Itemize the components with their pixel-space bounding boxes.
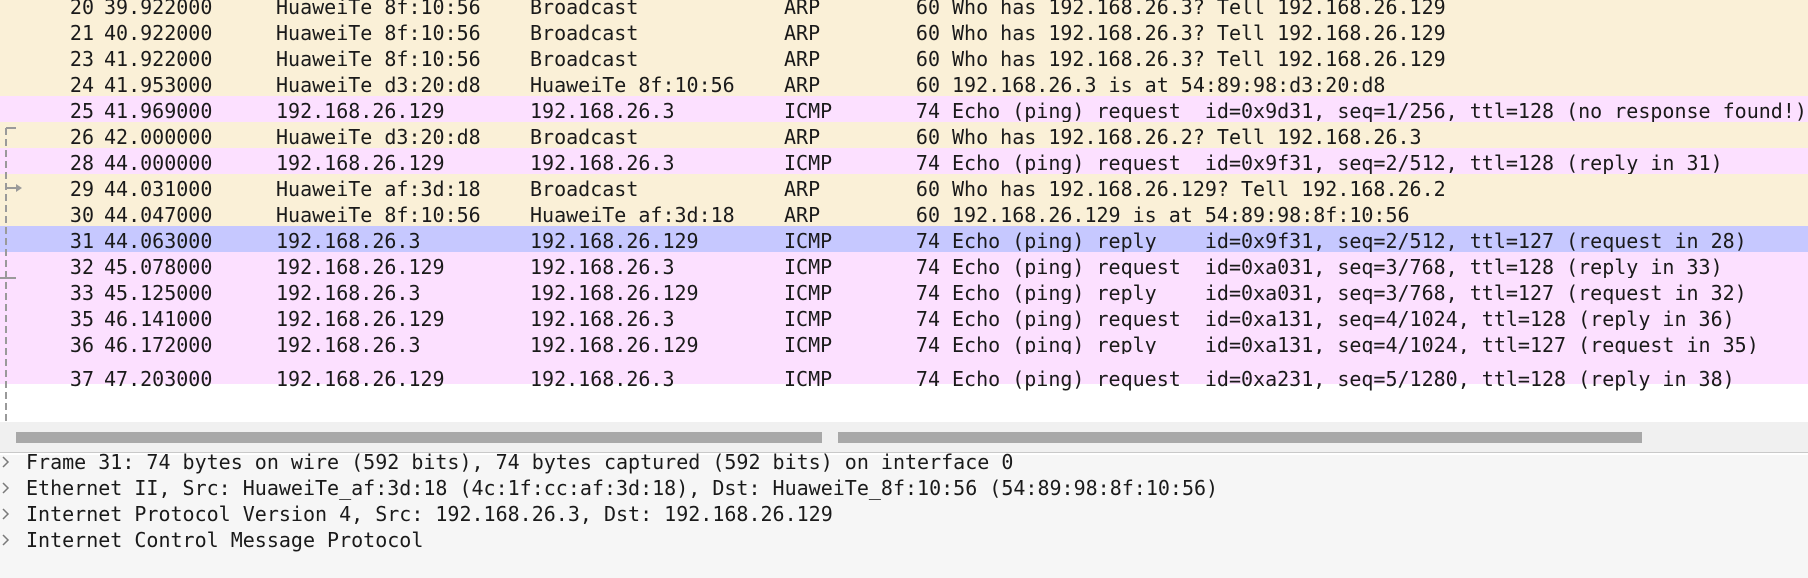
packet-protocol: ICMP [784, 367, 833, 391]
packet-list[interactable]: 20 39.922000 HuaweiTe_8f:10:56 Broadcast ARP… [0, 0, 1808, 422]
detail-tree-item[interactable]: Internet Control Message Protocol [0, 525, 1808, 555]
packet-info: Echo (ping) request id=0xa231, seq=5/128… [952, 367, 1735, 391]
packet-details-pane: Frame 31: 74 bytes on wire (592 bits), 7… [0, 450, 1808, 578]
detail-text: Internet Control Message Protocol [26, 528, 424, 552]
scrollbar-thumb-right[interactable] [838, 432, 1642, 443]
packet-time: 47.203000 [104, 367, 213, 391]
packet-row[interactable]: 37 47.203000 192.168.26.129 192.168.26.3 ICM… [0, 354, 1808, 391]
scrollbar-thumb-left[interactable] [16, 432, 822, 443]
chevron-right-icon[interactable] [0, 525, 16, 555]
packet-number: 37 [69, 367, 94, 391]
packet-destination: 192.168.26.3 [530, 367, 675, 391]
packet-length: 74 [915, 367, 940, 391]
packet-source: 192.168.26.129 [276, 367, 445, 391]
